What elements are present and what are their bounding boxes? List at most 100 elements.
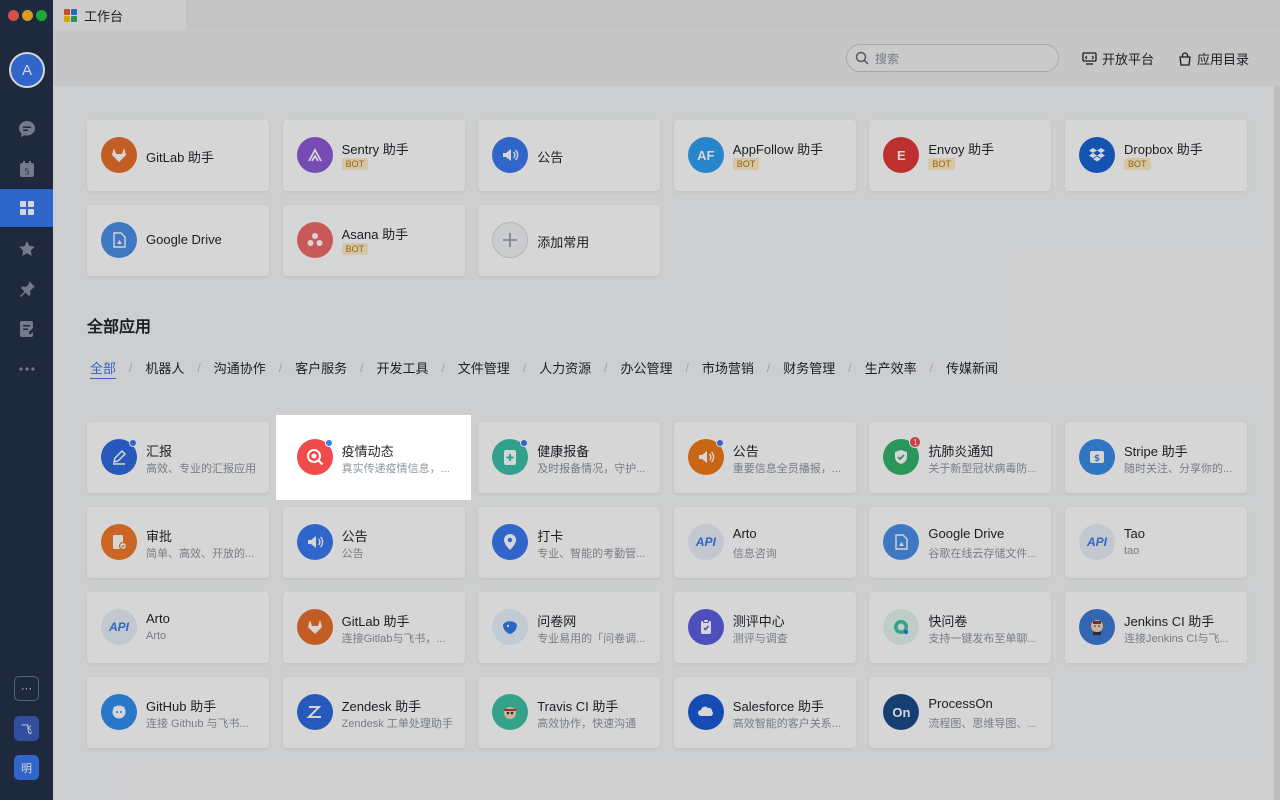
app-card[interactable]: API Arto 信息咨询 (673, 507, 856, 578)
favorite-app-card[interactable]: Google Drive (87, 205, 269, 276)
favorite-app-card[interactable]: AF AppFollow 助手 BOT (673, 120, 856, 191)
stripe-icon: $ (1079, 439, 1115, 475)
app-description: 重要信息全员播报，... (732, 463, 841, 475)
feishu-button[interactable]: 飞 (14, 716, 39, 741)
sidebar-item-calendar[interactable]: 5 (0, 150, 53, 188)
category-tab[interactable]: 沟通协作 (214, 358, 266, 377)
app-card[interactable]: 审批 简单、高效、开放的... (87, 507, 269, 578)
app-card[interactable]: Jenkins CI 助手 连接Jenkins CI与飞... (1065, 592, 1247, 663)
main-content: GitLab 助手 Sentry 助手 BOT 公告 AF AppFollow 助手 BOT… (53, 86, 1280, 800)
toolbar: 搜索 开放平台 应用目录 (53, 30, 1280, 86)
shop-icon (1179, 51, 1191, 66)
app-name: Envoy 助手 (928, 142, 995, 157)
sidebar-item-pinned[interactable] (0, 270, 53, 308)
new-dot (520, 439, 529, 447)
category-tab[interactable]: 市场营销 (702, 358, 754, 377)
avatar[interactable]: A (9, 52, 45, 88)
app-name: Stripe 助手 (1124, 444, 1188, 459)
category-tab[interactable]: 办公管理 (621, 358, 673, 377)
app-name: 快问卷 (928, 614, 968, 629)
app-name: Salesforce 助手 (732, 699, 824, 714)
app-card[interactable]: 公告 公告 (282, 507, 465, 578)
favorite-app-card[interactable]: 公告 (478, 120, 661, 191)
app-name: Zendesk 助手 (341, 699, 422, 714)
tab-workplace[interactable]: 工作台 (53, 0, 186, 30)
sidebar-item-docs[interactable] (0, 310, 53, 348)
calendar-icon: 5 (19, 161, 34, 177)
notification-badge: 1 (909, 436, 922, 448)
sidebar-item-chat[interactable] (0, 110, 53, 148)
favorite-app-card[interactable]: Asana 助手 BOT (282, 205, 465, 276)
sidebar-item-favorites[interactable] (0, 230, 53, 268)
app-directory-button[interactable]: 应用目录 (1178, 49, 1249, 68)
app-card[interactable]: $ Stripe 助手 随时关注、分享你的... (1065, 422, 1247, 493)
category-tab[interactable]: 生产效率 (865, 358, 917, 377)
app-name: ProcessOn (928, 696, 993, 711)
app-card[interactable]: 汇报 高效、专业的汇报应用 (87, 422, 269, 493)
favorite-app-card[interactable]: Dropbox 助手 BOT (1065, 120, 1247, 191)
maximize-window-button[interactable] (36, 10, 47, 21)
github-icon (101, 694, 137, 730)
app-card[interactable]: Zendesk 助手 Zendesk 工单处理助手 (282, 677, 465, 748)
category-tab[interactable]: 机器人 (145, 358, 184, 377)
app-card[interactable]: 测评中心 测评与调查 (673, 592, 856, 663)
add-icon (492, 222, 529, 258)
app-card[interactable]: Travis CI 助手 高效协作，快速沟通 (478, 677, 661, 748)
app-description: 支持一键发布至单聊... (928, 633, 1037, 645)
title-bar: 工作台 (53, 0, 1280, 30)
app-card[interactable]: GitHub 助手 连接 Github 与飞书... (87, 677, 269, 748)
app-card[interactable]: 公告 重要信息全员播报，... (673, 422, 856, 493)
gitlab-icon (101, 137, 137, 173)
app-description: Arto (146, 630, 167, 642)
bot-badge: BOT (732, 158, 760, 170)
app-name: Tao (1124, 526, 1145, 541)
favorite-app-card[interactable]: 添加常用 (478, 205, 661, 276)
favorite-app-card[interactable]: GitLab 助手 (87, 120, 269, 191)
app-card[interactable]: On ProcessOn 流程图、思维导图、... (869, 677, 1052, 748)
app-card[interactable]: API Tao tao (1065, 507, 1247, 578)
sidebar-item-workplace[interactable] (0, 189, 53, 227)
category-separator: / (522, 360, 527, 375)
category-separator: / (441, 360, 445, 375)
app-card[interactable]: 疫情动态 真实传递疫情信息，... (282, 422, 465, 493)
profile-button[interactable]: 明 (14, 755, 39, 780)
category-tab[interactable]: 客户服务 (295, 358, 347, 377)
api-icon: API (1079, 524, 1115, 560)
close-window-button[interactable] (8, 10, 19, 21)
app-description: tao (1124, 545, 1140, 557)
favorite-app-card[interactable]: E Envoy 助手 BOT (869, 120, 1052, 191)
app-card[interactable]: Google Drive 谷歌在线云存储文件... (869, 507, 1052, 578)
workplace-icon (19, 201, 34, 215)
app-card[interactable]: 打卡 专业、智能的考勤管... (478, 507, 661, 578)
favorite-app-card[interactable]: Sentry 助手 BOT (282, 120, 465, 191)
app-card[interactable]: GitLab 助手 连接Gitlab与飞书，... (282, 592, 465, 663)
category-tab[interactable]: 开发工具 (376, 358, 428, 377)
search-input[interactable]: 搜索 (846, 44, 1059, 72)
category-tab[interactable]: 文件管理 (458, 358, 510, 377)
minimize-window-button[interactable] (22, 10, 33, 21)
app-card[interactable]: API Arto Arto (87, 592, 269, 663)
app-card[interactable]: 1 抗肺炎通知 关于新型冠状病毒防... (869, 422, 1052, 493)
app-description: 专业、智能的考勤管... (537, 548, 646, 560)
category-tab[interactable]: 传媒新闻 (946, 358, 998, 377)
app-description: 高效、专业的汇报应用 (146, 463, 256, 475)
app-card[interactable]: 问卷网专业易用的「问卷调... (478, 592, 661, 663)
app-name: 问卷网 (537, 614, 577, 629)
app-card[interactable]: 健康报备 及时报备情况，守护... (478, 422, 661, 493)
scrollbar[interactable] (1274, 86, 1280, 800)
star-icon (18, 241, 35, 256)
open-platform-button[interactable]: 开放平台 (1082, 49, 1154, 68)
app-card[interactable]: Salesforce 助手 高效智能的客户关系... (673, 677, 856, 748)
sidebar: A 5 ··· 飞 明 (0, 0, 53, 800)
app-description: 专业易用的「问卷调... (537, 633, 646, 645)
dropbox-icon (1079, 137, 1115, 173)
category-tab[interactable]: 财务管理 (783, 358, 835, 377)
more-icon (18, 367, 35, 371)
category-tab[interactable]: 全部 (90, 358, 116, 377)
asana-icon (296, 222, 333, 258)
more-apps-button[interactable]: ··· (14, 676, 39, 701)
app-card[interactable]: 快问卷支持一键发布至单聊... (869, 592, 1052, 663)
sidebar-item-more[interactable] (0, 350, 53, 388)
category-separator: / (685, 360, 689, 375)
category-tab[interactable]: 人力资源 (539, 358, 591, 377)
